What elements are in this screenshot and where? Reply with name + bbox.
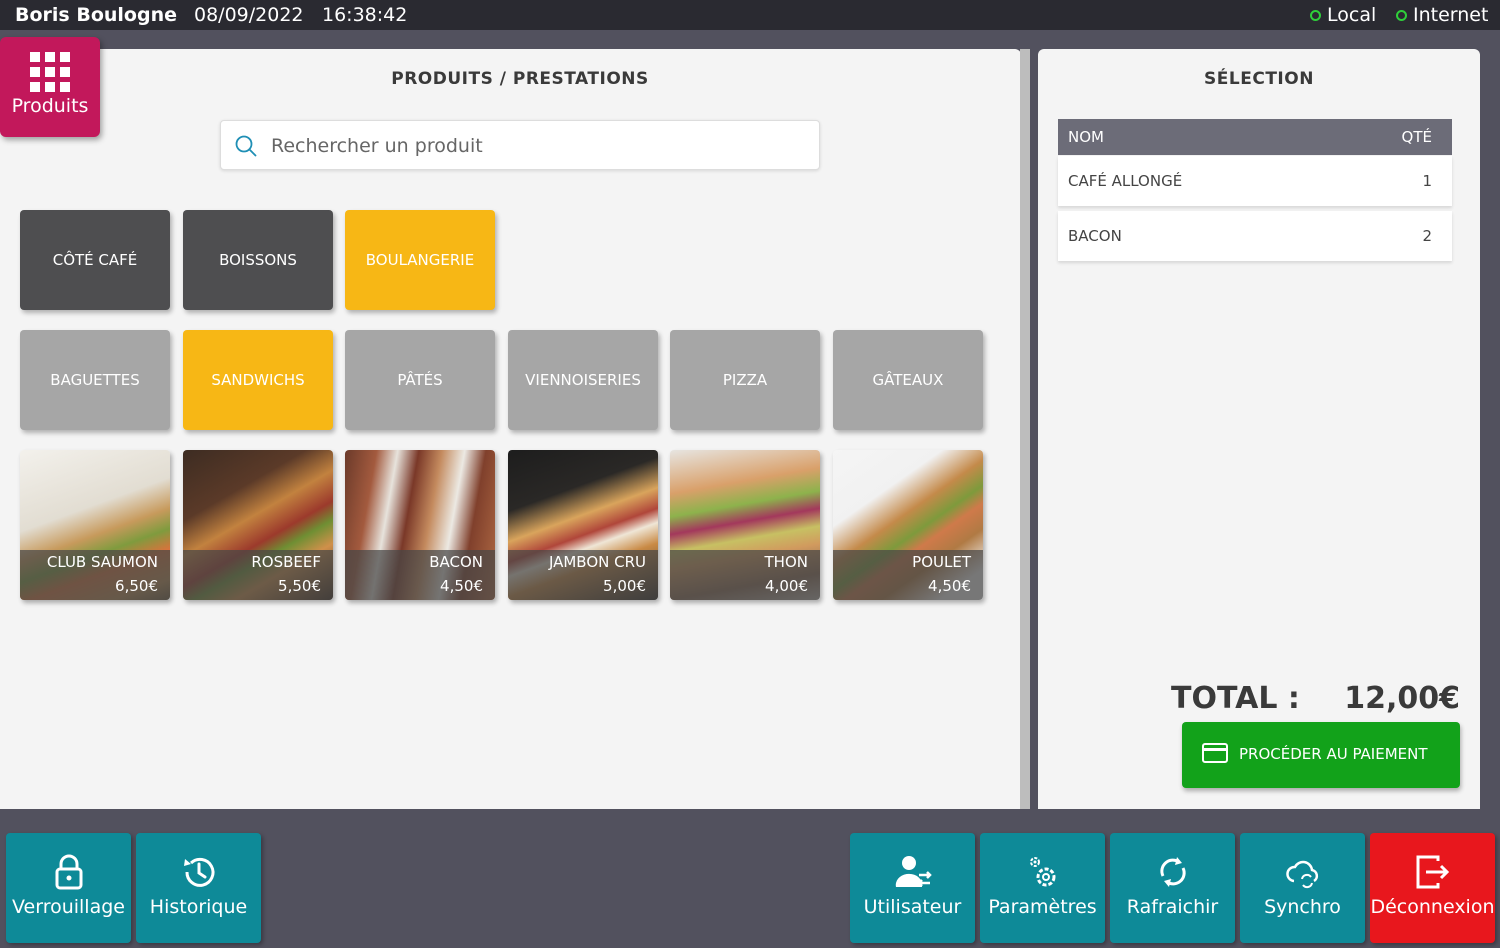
sync-label: Synchro: [1264, 896, 1341, 918]
product-name: JAMBON CRU: [548, 553, 646, 571]
selection-title: SÉLECTION: [1204, 69, 1314, 89]
total-label: TOTAL :: [1171, 681, 1300, 716]
subcategory-sandwichs[interactable]: SANDWICHS: [183, 330, 333, 430]
subcategory-pates[interactable]: PÂTÉS: [345, 330, 495, 430]
search-icon: [235, 135, 257, 157]
lock-label: Verrouillage: [12, 896, 125, 918]
search-input[interactable]: [271, 129, 801, 163]
current-date: 08/09/2022: [194, 4, 304, 26]
selection-row[interactable]: BACON 2: [1058, 211, 1452, 261]
logout-button[interactable]: Déconnexion: [1370, 833, 1495, 943]
switch-user-icon: [895, 856, 932, 887]
top-bar: Boris Boulogne 08/09/2022 16:38:42 Local…: [0, 0, 1500, 30]
product-rosbeef[interactable]: ROSBEEF 5,50€: [183, 450, 333, 600]
subcategory-viennoiseries[interactable]: VIENNOISERIES: [508, 330, 658, 430]
lock-icon: [55, 854, 83, 890]
history-label: Historique: [149, 896, 248, 918]
produits-tab-label: Produits: [11, 95, 89, 117]
logout-label: Déconnexion: [1370, 896, 1495, 918]
current-time: 16:38:42: [322, 4, 408, 26]
proceed-payment-button[interactable]: PROCÉDER AU PAIEMENT: [1182, 722, 1460, 788]
category-boissons[interactable]: BOISSONS: [183, 210, 333, 310]
product-bacon[interactable]: BACON 4,50€: [345, 450, 495, 600]
products-panel-title: PRODUITS / PRESTATIONS: [391, 69, 649, 89]
product-price: 4,00€: [765, 577, 808, 595]
selection-item-name: CAFÉ ALLONGÉ: [1068, 172, 1183, 190]
local-status: Local: [1310, 4, 1376, 26]
user-name: Boris Boulogne: [15, 4, 177, 26]
proceed-payment-label: PROCÉDER AU PAIEMENT: [1239, 745, 1428, 763]
subcategory-pizza[interactable]: PIZZA: [670, 330, 820, 430]
sync-button[interactable]: Synchro: [1240, 833, 1365, 943]
product-thon[interactable]: THON 4,00€: [670, 450, 820, 600]
product-price: 4,50€: [440, 577, 483, 595]
selection-item-name: BACON: [1068, 227, 1122, 245]
produits-tab[interactable]: Produits: [0, 37, 100, 137]
refresh-icon: [1160, 857, 1186, 887]
refresh-label: Rafraichir: [1126, 896, 1219, 918]
category-boulangerie[interactable]: BOULANGERIE: [345, 210, 495, 310]
logout-icon: [1416, 855, 1450, 889]
selection-table-header: NOM QTÉ: [1058, 119, 1452, 155]
selection-row[interactable]: CAFÉ ALLONGÉ 1: [1058, 156, 1452, 206]
product-price: 6,50€: [115, 577, 158, 595]
column-name-header: NOM: [1068, 128, 1104, 146]
grid-icon: [30, 52, 70, 92]
product-name: ROSBEEF: [251, 553, 321, 571]
product-name: POULET: [912, 553, 971, 571]
user-label: Utilisateur: [863, 896, 962, 918]
local-status-label: Local: [1327, 4, 1377, 26]
user-button[interactable]: Utilisateur: [850, 833, 975, 943]
subcategory-gateaux[interactable]: GÂTEAUX: [833, 330, 983, 430]
subcategory-baguettes[interactable]: BAGUETTES: [20, 330, 170, 430]
settings-label: Paramètres: [988, 896, 1097, 918]
search-box[interactable]: [220, 120, 820, 170]
lock-button[interactable]: Verrouillage: [6, 833, 131, 943]
status-dot-icon: [1310, 9, 1321, 21]
category-cote-cafe[interactable]: CÔTÉ CAFÉ: [20, 210, 170, 310]
product-price: 4,50€: [928, 577, 971, 595]
credit-card-icon: [1202, 743, 1228, 763]
gear-icon: [1030, 857, 1056, 887]
selection-item-qty: 1: [1422, 172, 1432, 190]
column-qty-header: QTÉ: [1401, 128, 1432, 146]
product-name: BACON: [429, 553, 483, 571]
history-icon: [184, 857, 215, 887]
product-club-saumon[interactable]: CLUB SAUMON 6,50€: [20, 450, 170, 600]
history-button[interactable]: Historique: [136, 833, 261, 943]
product-jambon-cru[interactable]: JAMBON CRU 5,00€: [508, 450, 658, 600]
product-name: CLUB SAUMON: [46, 553, 158, 571]
product-poulet[interactable]: POULET 4,50€: [833, 450, 983, 600]
products-scrollbar[interactable]: [1020, 49, 1030, 809]
total-value: 12,00€: [1344, 681, 1460, 716]
product-name: THON: [764, 553, 808, 571]
settings-button[interactable]: Paramètres: [980, 833, 1105, 943]
internet-status-label: Internet: [1413, 4, 1489, 26]
selection-item-qty: 2: [1422, 227, 1432, 245]
internet-status: Internet: [1396, 4, 1488, 26]
status-dot-icon: [1396, 9, 1407, 21]
cloud-sync-icon: [1286, 860, 1319, 889]
refresh-button[interactable]: Rafraichir: [1110, 833, 1235, 943]
product-price: 5,00€: [603, 577, 646, 595]
product-price: 5,50€: [278, 577, 321, 595]
